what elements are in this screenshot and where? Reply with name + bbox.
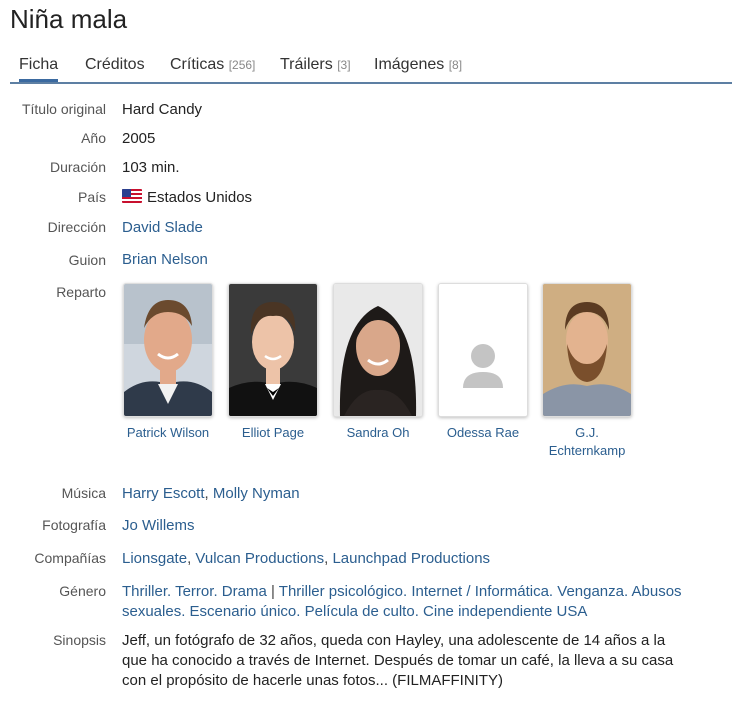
- tab-label: Críticas: [170, 56, 225, 73]
- cast-member[interactable]: G.J. Echternkamp: [537, 283, 637, 460]
- photo-icon[interactable]: [228, 283, 318, 417]
- tab-count: [3]: [337, 58, 351, 72]
- tab-ficha[interactable]: Ficha: [19, 56, 59, 82]
- tab-criticas[interactable]: Críticas [256]: [170, 56, 255, 74]
- label-guion: Guion: [68, 252, 106, 268]
- tab-count: [256]: [228, 58, 256, 72]
- composer-link[interactable]: Harry Escott: [122, 485, 205, 502]
- page-title: Niña mala: [10, 4, 128, 34]
- label-anio: Año: [81, 130, 106, 146]
- label-titulo-original: Título original: [21, 101, 106, 117]
- company-link[interactable]: Lionsgate: [122, 550, 187, 567]
- topic-link[interactable]: Abusos: [632, 583, 682, 600]
- value-pais: Estados Unidos: [122, 188, 722, 208]
- value-genero: Thriller. Terror. Drama | Thriller psico…: [122, 583, 682, 620]
- topic-link[interactable]: Thriller psicológico: [279, 583, 403, 600]
- tab-label: Ficha: [19, 56, 59, 73]
- value-companias: Lionsgate, Vulcan Productions, Launchpad…: [122, 550, 491, 567]
- value-fotografia: Jo Willems: [122, 516, 722, 536]
- cast-name[interactable]: G.J. Echternkamp: [537, 424, 637, 460]
- label-musica: Música: [61, 485, 106, 501]
- cast-member[interactable]: Sandra Oh: [328, 283, 428, 442]
- topic-link[interactable]: Escenario único: [190, 603, 297, 620]
- person-placeholder-icon[interactable]: [438, 283, 528, 417]
- topic-link[interactable]: Cine independiente USA: [423, 603, 587, 620]
- synopsis-line: con el propósito de hacerle unas fotos..…: [122, 672, 503, 689]
- tab-label: Imágenes: [374, 56, 445, 73]
- cast-member[interactable]: Elliot Page: [223, 283, 323, 442]
- value-sinopsis: Jeff, un fotógrafo de 32 años, queda con…: [122, 631, 722, 691]
- photo-icon[interactable]: [333, 283, 423, 417]
- tab-trailers[interactable]: Tráilers [3]: [280, 56, 351, 74]
- tab-label: Créditos: [85, 56, 145, 73]
- label-reparto: Reparto: [56, 284, 106, 300]
- genre-link[interactable]: Terror: [175, 583, 213, 600]
- tab-count: [8]: [448, 58, 463, 72]
- label-genero: Género: [59, 583, 106, 599]
- genre-separator: |: [270, 583, 275, 600]
- label-duracion: Duración: [49, 159, 106, 175]
- writer-link[interactable]: Brian Nelson: [122, 251, 208, 268]
- cinematographer-link[interactable]: Jo Willems: [122, 517, 195, 534]
- synopsis-line: Jeff, un fotógrafo de 32 años, queda con…: [122, 632, 666, 649]
- photo-icon[interactable]: [542, 283, 632, 417]
- composer-link[interactable]: Molly Nyman: [213, 485, 300, 502]
- synopsis-line: que ha conocido a través de Internet. De…: [122, 652, 674, 669]
- value-duracion: 103 min.: [122, 159, 180, 176]
- label-companias: Compañías: [34, 550, 106, 566]
- country-name: Estados Unidos: [147, 189, 253, 206]
- movie-page: Niña mala Ficha Créditos Críticas [256] …: [0, 0, 732, 722]
- genre-link[interactable]: Drama: [222, 583, 267, 600]
- cast-name[interactable]: Patrick Wilson: [118, 424, 218, 442]
- value-anio: 2005: [122, 130, 156, 147]
- value-guion: Brian Nelson: [122, 250, 722, 270]
- topic-link[interactable]: sexuales: [122, 603, 181, 620]
- value-musica: Harry Escott, Molly Nyman: [122, 485, 300, 502]
- tab-label: Tráilers: [280, 56, 333, 73]
- tab-imagenes[interactable]: Imágenes [8]: [374, 56, 462, 74]
- genre-link[interactable]: Thriller: [122, 583, 167, 600]
- cast-name[interactable]: Sandra Oh: [328, 424, 428, 442]
- label-direccion: Dirección: [47, 219, 106, 235]
- tab-creditos[interactable]: Créditos: [85, 56, 145, 74]
- value-direccion: David Slade: [122, 218, 722, 238]
- cast-member[interactable]: Patrick Wilson: [118, 283, 218, 442]
- cast-name[interactable]: Elliot Page: [223, 424, 323, 442]
- value-titulo-original: Hard Candy: [122, 101, 203, 118]
- topic-link[interactable]: Película de culto: [305, 603, 415, 620]
- company-link[interactable]: Launchpad Productions: [332, 550, 490, 567]
- us-flag-icon: [122, 189, 142, 203]
- company-link[interactable]: Vulcan Productions: [195, 550, 324, 567]
- photo-icon[interactable]: [123, 283, 213, 417]
- topic-link[interactable]: Venganza: [557, 583, 624, 600]
- cast-name[interactable]: Odessa Rae: [433, 424, 533, 442]
- director-link[interactable]: David Slade: [122, 219, 203, 236]
- label-sinopsis: Sinopsis: [53, 632, 106, 648]
- label-pais: País: [77, 189, 106, 205]
- tab-bar: Ficha Créditos Críticas [256] Tráilers […: [10, 52, 732, 84]
- label-fotografia: Fotografía: [42, 517, 106, 533]
- cast-member[interactable]: Odessa Rae: [433, 283, 533, 442]
- topic-link[interactable]: Internet / Informática: [411, 583, 549, 600]
